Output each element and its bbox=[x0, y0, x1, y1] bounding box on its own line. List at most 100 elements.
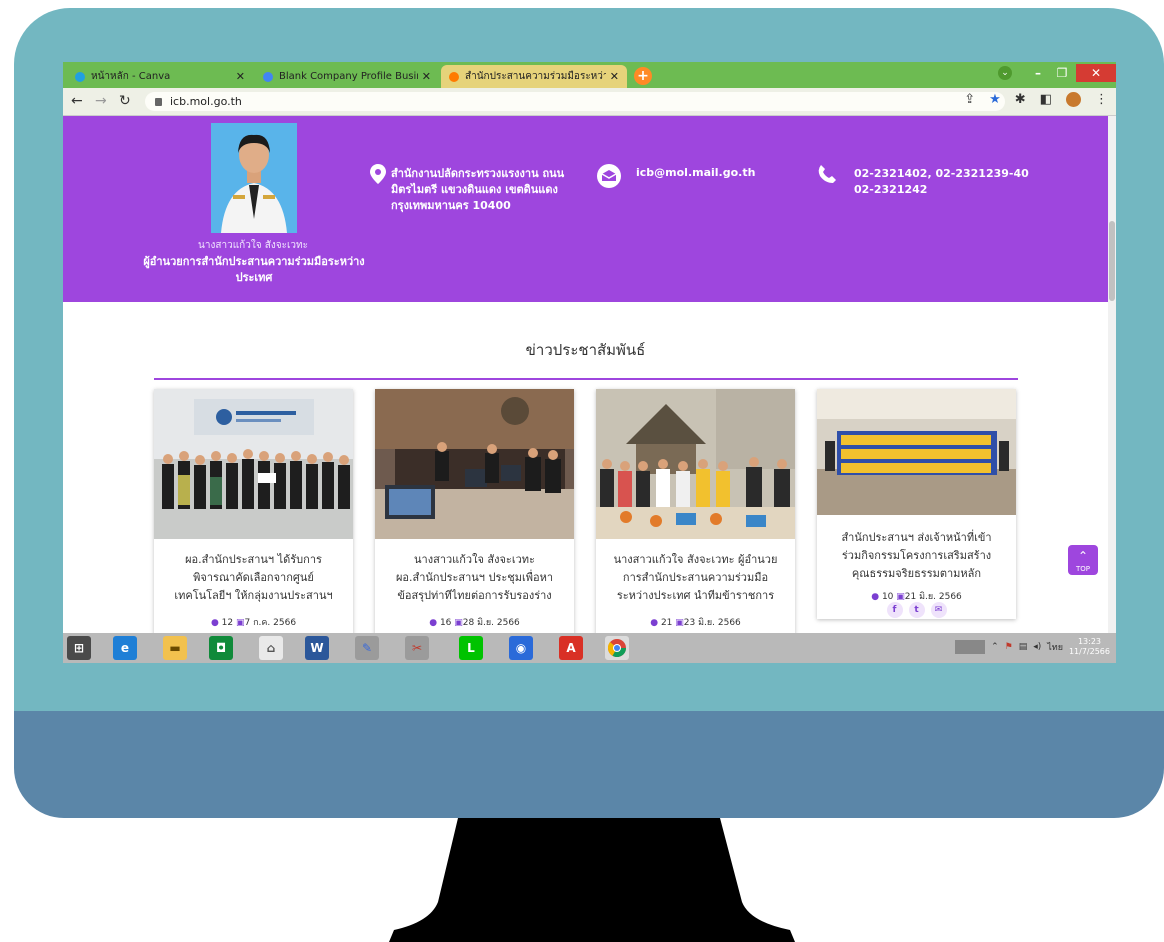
clock-time: 13:23 bbox=[1077, 637, 1102, 646]
phone-numbers: 02-2321402, 02-2321239-40 02-2321242 bbox=[854, 166, 1029, 198]
minimize-button[interactable]: – bbox=[1026, 64, 1050, 82]
keyboard-icon[interactable] bbox=[955, 640, 986, 654]
news-photo bbox=[375, 389, 574, 539]
news-card[interactable]: นางสาวแก้วใจ สังจะเวทะ ผู้อำนวย การสำนัก… bbox=[596, 389, 795, 633]
news-card[interactable]: นางสาวแก้วใจ สังจะเวทะ ผอ.สำนักประสานฯ ป… bbox=[375, 389, 574, 633]
extensions-icon[interactable]: ✱ bbox=[1015, 92, 1026, 107]
reload-icon[interactable]: ↻ bbox=[119, 93, 131, 109]
restore-button[interactable]: ❐ bbox=[1050, 64, 1074, 82]
news-card-meta: ● 12 ▣7 ก.ค. 2566 bbox=[154, 615, 353, 629]
share-icon[interactable]: ⇪ bbox=[964, 92, 975, 107]
calendar-icon: ▣ bbox=[454, 618, 463, 628]
snipping-tool-icon[interactable]: ✂ bbox=[405, 636, 429, 660]
internet-explorer-icon[interactable]: e bbox=[113, 636, 137, 660]
address-bar-row: ← → ↻ icb.mol.go.th ⇪ ★ ✱ ◧ ⋮ bbox=[63, 88, 1116, 116]
back-to-top-button[interactable]: ⌃ TOP bbox=[1068, 545, 1098, 575]
title-line: ผอ.สำนักประสานฯ ประชุมเพื่อหา bbox=[395, 571, 554, 584]
director-portrait bbox=[211, 123, 297, 233]
title-line: ร่วมกิจกรรมโครงการเสริมสร้าง bbox=[841, 549, 992, 562]
camera-icon[interactable]: ◉ bbox=[509, 636, 533, 660]
news-card-meta: ● 10 ▣21 มิ.ย. 2566 bbox=[817, 589, 1016, 603]
home-icon[interactable]: ⌂ bbox=[259, 636, 283, 660]
menu-kebab-icon[interactable]: ⋮ bbox=[1095, 92, 1108, 107]
page-scrollbar[interactable] bbox=[1108, 116, 1116, 633]
title-line: ระหว่างประเทศ นำทีมข้าราชการ bbox=[616, 589, 775, 602]
mail-icon[interactable]: ✉ bbox=[930, 602, 947, 618]
title-line: เทคโนโลยีฯ ให้กลุ่มงานประสานฯ bbox=[174, 589, 333, 602]
chevron-up-icon: ⌃ bbox=[1077, 549, 1089, 563]
scrollbar-thumb[interactable] bbox=[1109, 221, 1115, 301]
news-photo bbox=[154, 389, 353, 539]
url-field[interactable]: icb.mol.go.th bbox=[145, 92, 1005, 111]
email-link[interactable]: icb@mol.mail.go.th bbox=[636, 166, 755, 179]
view-count: 12 bbox=[221, 618, 234, 628]
tab-search-icon[interactable]: ⌄ bbox=[998, 66, 1012, 80]
view-count: 10 bbox=[881, 592, 894, 602]
twitter-icon[interactable]: t bbox=[908, 602, 925, 618]
acrobat-icon[interactable]: A bbox=[559, 636, 583, 660]
news-photo bbox=[596, 389, 795, 539]
back-icon[interactable]: ← bbox=[71, 93, 83, 109]
close-window-button[interactable]: ✕ bbox=[1076, 64, 1116, 82]
store-icon[interactable]: ◘ bbox=[209, 636, 233, 660]
canva-favicon-icon bbox=[263, 71, 273, 82]
post-date: 28 มิ.ย. 2566 bbox=[462, 618, 520, 628]
word-icon[interactable]: W bbox=[305, 636, 329, 660]
profile-avatar[interactable] bbox=[1066, 92, 1081, 107]
close-tab-icon[interactable]: ✕ bbox=[236, 70, 245, 83]
chrome-icon[interactable] bbox=[605, 636, 629, 660]
title-line: สำนักประสานฯ ส่งเจ้าหน้าที่เข้า bbox=[841, 531, 992, 544]
news-card[interactable]: สำนักประสานฯ ส่งเจ้าหน้าที่เข้า ร่วมกิจก… bbox=[817, 389, 1016, 619]
director-title: ผู้อำนวยการสำนักประสานความร่วมมือระหว่าง… bbox=[143, 255, 365, 284]
tab-label: หน้าหลัก - Canva bbox=[91, 71, 171, 82]
news-photo bbox=[817, 389, 1016, 515]
sidepanel-icon[interactable]: ◧ bbox=[1040, 92, 1052, 107]
windows-taskbar: ⊞ e ▬ ◘ ⌂ W ✎ ✂ L ◉ A ⌃ ⚑ ▤ ◂) ไทย 13:23… bbox=[63, 633, 1116, 663]
tab-blank-company[interactable]: Blank Company Profile Business ✕ bbox=[255, 65, 439, 88]
tab-canva[interactable]: หน้าหลัก - Canva ✕ bbox=[67, 65, 253, 88]
news-card[interactable]: ผอ.สำนักประสานฯ ได้รับการ พิจารณาคัดเลือ… bbox=[154, 389, 353, 633]
site-favicon-icon bbox=[449, 71, 459, 82]
post-date: 7 ก.ค. 2566 bbox=[244, 618, 297, 628]
view-count: 16 bbox=[439, 618, 452, 628]
canva-favicon-icon bbox=[75, 71, 85, 82]
clock-date: 11/7/2566 bbox=[1068, 647, 1110, 656]
office-address: สำนักงานปลัดกระทรวงแรงงาน ถนนมิตรไมตรี แ… bbox=[391, 167, 565, 212]
forward-icon[interactable]: → bbox=[95, 93, 107, 109]
close-tab-icon[interactable]: ✕ bbox=[610, 70, 619, 83]
new-tab-button[interactable]: + bbox=[634, 67, 652, 85]
clock[interactable]: 13:23 11/7/2566 bbox=[1069, 637, 1110, 657]
system-tray: ⌃ ⚑ ▤ ◂) ไทย 13:23 11/7/2566 bbox=[955, 637, 1110, 657]
tab-icb[interactable]: สำนักประสานความร่วมมือระหว่างประ ✕ bbox=[441, 65, 627, 88]
line-app-icon[interactable]: L bbox=[459, 636, 483, 660]
view-count: 21 bbox=[660, 618, 673, 628]
file-explorer-icon[interactable]: ▬ bbox=[163, 636, 187, 660]
facebook-icon[interactable]: f bbox=[886, 602, 903, 618]
input-language[interactable]: ไทย bbox=[1047, 640, 1063, 654]
volume-icon[interactable]: ◂) bbox=[1033, 642, 1041, 652]
envelope-icon bbox=[597, 164, 621, 188]
toolbar-icons: ⇪ ★ ✱ ◧ ⋮ bbox=[964, 92, 1108, 107]
url-text: icb.mol.go.th bbox=[170, 95, 242, 108]
window-controls: ⌄ – ❐ ✕ bbox=[998, 62, 1116, 84]
title-line: คุณธรรมจริยธรรมตามหลัก bbox=[851, 567, 982, 580]
close-tab-icon[interactable]: ✕ bbox=[422, 70, 431, 83]
views-icon: ● bbox=[650, 618, 659, 628]
news-card-title: นางสาวแก้วใจ สังจะเวทะ ผอ.สำนักประสานฯ ป… bbox=[375, 551, 574, 605]
news-card-title: นางสาวแก้วใจ สังจะเวทะ ผู้อำนวย การสำนัก… bbox=[596, 551, 795, 605]
bookmark-star-icon[interactable]: ★ bbox=[989, 92, 1001, 107]
top-label: TOP bbox=[1075, 565, 1090, 573]
monitor-chin bbox=[14, 711, 1164, 818]
title-line: นางสาวแก้วใจ สังจะเวทะ bbox=[414, 553, 535, 566]
network-icon[interactable]: ▤ bbox=[1019, 642, 1028, 652]
browser-tab-bar: หน้าหลัก - Canva ✕ Blank Company Profile… bbox=[63, 62, 1116, 88]
share-buttons: f t ✉ bbox=[817, 602, 1016, 618]
title-line: พิจารณาคัดเลือกจากศูนย์ bbox=[193, 571, 314, 584]
tray-expand-icon[interactable]: ⌃ bbox=[991, 642, 999, 652]
calendar-icon: ▣ bbox=[896, 592, 905, 602]
flag-icon[interactable]: ⚑ bbox=[1005, 642, 1013, 652]
news-section-heading: ข่าวประชาสัมพันธ์ bbox=[525, 341, 646, 359]
paint-icon[interactable]: ✎ bbox=[355, 636, 379, 660]
start-windows-icon[interactable]: ⊞ bbox=[67, 636, 91, 660]
title-line: ผอ.สำนักประสานฯ ได้รับการ bbox=[185, 553, 322, 566]
